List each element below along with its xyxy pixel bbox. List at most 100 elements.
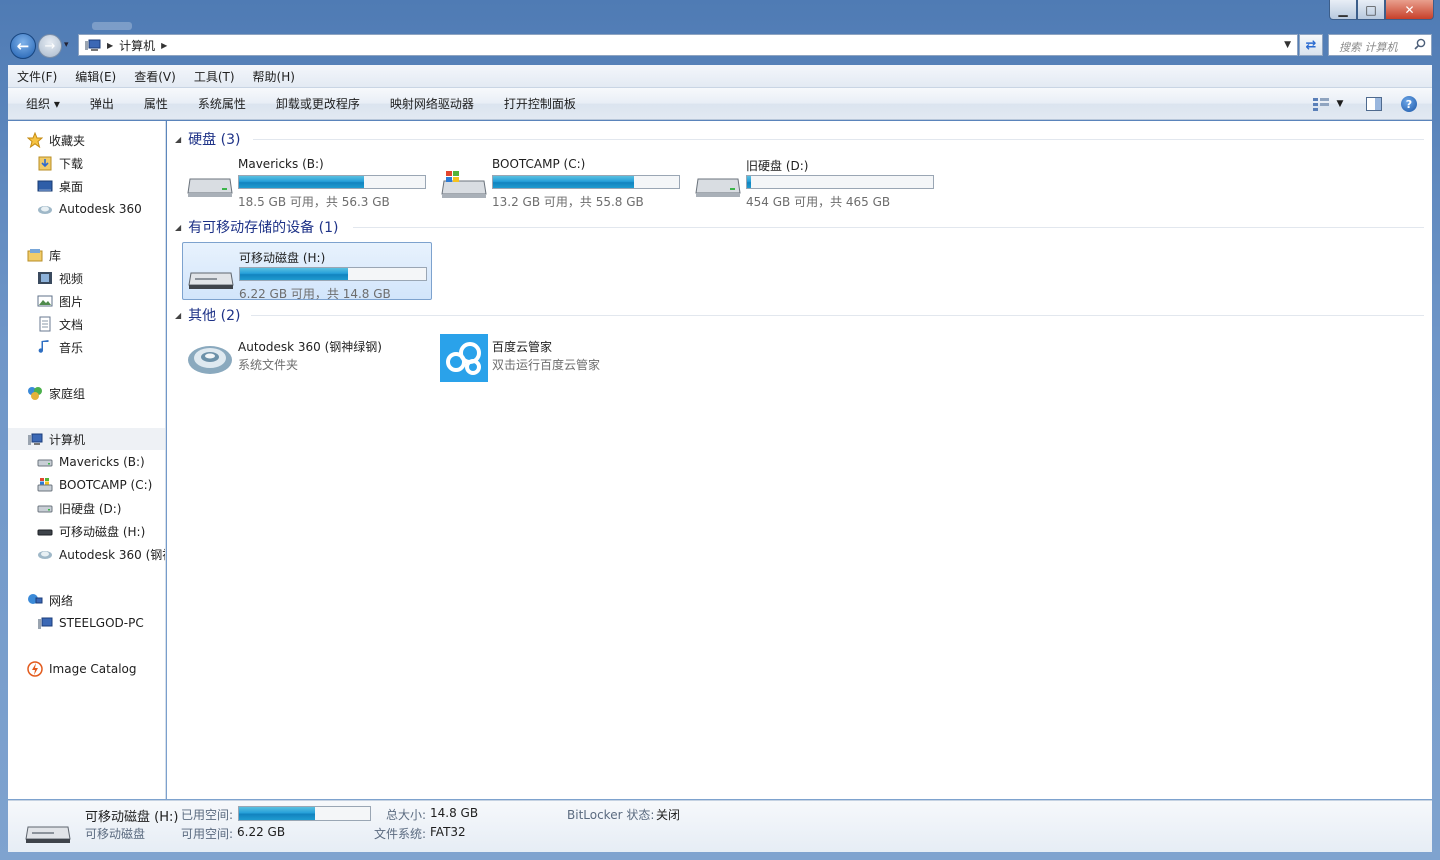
menu-bar: 文件(F) 编辑(E) 查看(V) 工具(T) 帮助(H)	[8, 65, 1432, 88]
open-control-panel-button[interactable]: 打开控制面板	[489, 95, 591, 112]
drive-free-space: 13.2 GB 可用，共 55.8 GB	[492, 195, 644, 209]
sidebar-item-downloads[interactable]: 下载	[8, 152, 165, 174]
item-autodesk-360[interactable]: Autodesk 360 (钢神绿钢) 系统文件夹	[182, 332, 432, 382]
eject-button[interactable]: 弹出	[75, 95, 129, 112]
sidebar-item-documents[interactable]: 文档	[8, 313, 165, 335]
sidebar-label: 计算机	[49, 432, 86, 447]
drive-name: 旧硬盘 (D:)	[746, 159, 809, 173]
file-system-label: 文件系统:	[374, 827, 427, 841]
computer-icon	[28, 433, 43, 445]
help-button[interactable]: ?	[1400, 94, 1418, 114]
forward-button[interactable]: →	[38, 34, 62, 58]
group-divider	[353, 227, 1424, 228]
sidebar-image-catalog[interactable]: Image Catalog	[8, 658, 165, 680]
properties-button[interactable]: 属性	[129, 95, 183, 112]
sidebar-label: 网络	[49, 593, 74, 608]
item-subtitle: 系统文件夹	[238, 358, 299, 372]
homegroup-icon	[28, 387, 42, 400]
sidebar-computer[interactable]: 计算机	[8, 428, 165, 450]
close-icon: ✕	[1404, 2, 1415, 17]
sidebar-libraries[interactable]: 库	[8, 244, 165, 266]
document-icon	[39, 316, 51, 332]
video-icon	[38, 272, 52, 284]
group-header-other[interactable]: ◢ 其他 (2)	[175, 305, 240, 325]
sidebar-item-autodesk-drive[interactable]: Autodesk 360 (钢神绿钢)	[8, 543, 165, 565]
drive-tile-d[interactable]: 旧硬盘 (D:) 454 GB 可用，共 465 GB	[690, 151, 940, 209]
breadcrumb-separator[interactable]: ▶	[107, 41, 113, 50]
system-properties-button[interactable]: 系统属性	[183, 95, 261, 112]
hard-drive-icon	[187, 178, 233, 197]
close-button[interactable]: ✕	[1385, 0, 1434, 20]
map-network-drive-button[interactable]: 映射网络驱动器	[375, 95, 489, 112]
recent-pages-dropdown[interactable]: ▾	[64, 40, 69, 50]
breadcrumb-separator[interactable]: ▶	[161, 41, 167, 50]
refresh-button[interactable]: ⇄	[1299, 34, 1323, 56]
maximize-button[interactable]: □	[1357, 0, 1385, 20]
sidebar-homegroup[interactable]: 家庭组	[8, 382, 165, 404]
item-name: Autodesk 360 (钢神绿钢)	[238, 340, 382, 354]
address-bar[interactable]: ▶ 计算机 ▶ ▼	[78, 34, 1298, 56]
item-name: 百度云管家	[492, 340, 553, 354]
menu-edit[interactable]: 编辑(E)	[66, 68, 125, 85]
sidebar-label: 音乐	[59, 340, 84, 355]
preview-pane-icon	[1366, 97, 1382, 111]
group-divider	[251, 315, 1424, 316]
desktop-icon	[37, 180, 53, 192]
group-header-hdd[interactable]: ◢ 硬盘 (3)	[175, 129, 240, 149]
menu-help[interactable]: 帮助(H)	[244, 68, 304, 85]
sidebar-label: 桌面	[59, 179, 84, 194]
breadcrumb-computer[interactable]: 计算机	[119, 37, 155, 54]
sidebar-label: 可移动磁盘 (H:)	[59, 524, 146, 539]
sidebar-item-steelgod-pc[interactable]: STEELGOD-PC	[8, 612, 165, 634]
menu-tools[interactable]: 工具(T)	[185, 68, 244, 85]
title-bar[interactable]	[0, 0, 1440, 32]
menu-view[interactable]: 查看(V)	[125, 68, 185, 85]
drive-tile-c[interactable]: BOOTCAMP (C:) 13.2 GB 可用，共 55.8 GB	[436, 151, 686, 209]
content-pane: ◢ 硬盘 (3) Mavericks (B:) 18.5 GB 可用，共 56.…	[167, 121, 1432, 799]
computer-icon	[38, 617, 53, 629]
windows-drive-icon	[37, 478, 53, 492]
file-system-value: FAT32	[430, 825, 466, 839]
change-view-button[interactable]: ▼	[1308, 94, 1348, 114]
sidebar-label: 图片	[59, 294, 84, 309]
sidebar-network[interactable]: 网络	[8, 589, 165, 611]
uninstall-program-button[interactable]: 卸载或更改程序	[261, 95, 375, 112]
group-title: 有可移动存储的设备 (1)	[188, 220, 339, 236]
drive-free-space: 6.22 GB 可用，共 14.8 GB	[239, 287, 391, 301]
details-name: 可移动磁盘 (H:)	[85, 810, 179, 825]
sidebar-item-desktop[interactable]: 桌面	[8, 175, 165, 197]
address-dropdown-icon[interactable]: ▼	[1284, 40, 1291, 50]
drive-tile-h[interactable]: 可移动磁盘 (H:) 6.22 GB 可用，共 14.8 GB	[182, 242, 432, 301]
details-usage-bar	[238, 806, 371, 821]
sidebar-item-drive-b[interactable]: Mavericks (B:)	[8, 451, 165, 473]
sidebar-label: 视频	[59, 271, 84, 286]
sidebar-label: Mavericks (B:)	[59, 455, 145, 469]
sidebar-favorites[interactable]: 收藏夹	[8, 129, 165, 151]
maximize-icon: □	[1365, 2, 1377, 17]
star-icon	[27, 132, 43, 148]
menu-file[interactable]: 文件(F)	[8, 68, 66, 85]
group-header-removable[interactable]: ◢ 有可移动存储的设备 (1)	[175, 217, 338, 237]
search-input[interactable]: 搜索 计算机	[1328, 34, 1432, 56]
sidebar-item-drive-c[interactable]: BOOTCAMP (C:)	[8, 474, 165, 496]
item-baidu-cloud[interactable]: 百度云管家 双击运行百度云管家	[436, 332, 686, 382]
sidebar-item-autodesk[interactable]: Autodesk 360	[8, 198, 165, 220]
sidebar-item-drive-d[interactable]: 旧硬盘 (D:)	[8, 497, 165, 519]
organize-button[interactable]: 组织 ▾	[8, 95, 75, 112]
sidebar-label: 文档	[59, 317, 84, 332]
total-size-label: 总大小:	[386, 808, 427, 822]
sidebar-item-pictures[interactable]: 图片	[8, 290, 165, 312]
collapse-triangle-icon: ◢	[175, 310, 182, 320]
sidebar-item-drive-h[interactable]: 可移动磁盘 (H:)	[8, 520, 165, 542]
preview-pane-button[interactable]	[1364, 94, 1384, 114]
sidebar-item-music[interactable]: 音乐	[8, 336, 165, 358]
sidebar-item-videos[interactable]: 视频	[8, 267, 165, 289]
usage-fill	[493, 176, 635, 188]
usage-fill	[240, 268, 348, 280]
collapse-triangle-icon: ◢	[175, 134, 182, 144]
drive-tile-b[interactable]: Mavericks (B:) 18.5 GB 可用，共 56.3 GB	[182, 151, 432, 209]
drive-usage-bar	[238, 175, 426, 189]
search-icon[interactable]	[1414, 38, 1426, 50]
minimize-button[interactable]: ▁	[1329, 0, 1357, 20]
back-button[interactable]: ←	[10, 33, 36, 59]
